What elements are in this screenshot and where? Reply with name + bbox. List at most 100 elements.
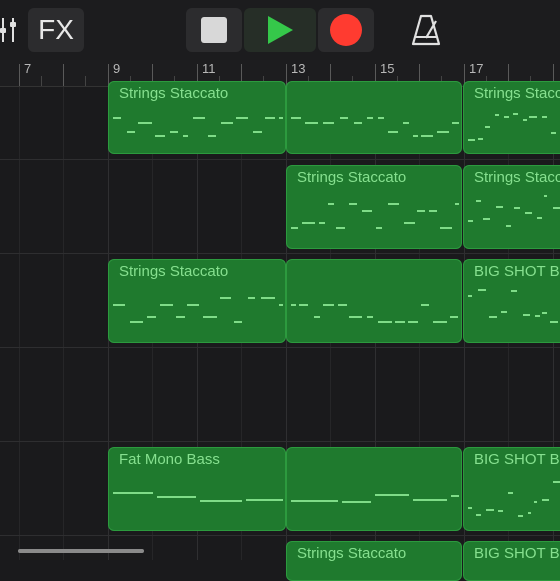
region-title: Strings Staccato [297, 545, 407, 562]
region-title: BIG SHOT B [474, 545, 560, 562]
midi-region[interactable]: BIG SHOT B [463, 259, 560, 343]
region-title: Strings Staccato [119, 85, 229, 102]
midi-region[interactable] [286, 81, 462, 154]
midi-note [513, 113, 518, 116]
midi-region[interactable]: BIG SHOT B [463, 447, 560, 531]
midi-region[interactable]: Strings Staccato [286, 541, 462, 581]
play-button[interactable] [244, 8, 316, 52]
midi-note [305, 122, 319, 125]
midi-note [278, 304, 283, 307]
region-title: BIG SHOT B [474, 451, 560, 468]
stop-icon [201, 17, 227, 43]
midi-notes [466, 288, 560, 334]
midi-note [146, 315, 157, 318]
midi-region[interactable]: Strings Staccato [108, 259, 286, 343]
midi-note [387, 203, 400, 206]
metronome-button[interactable] [408, 12, 444, 48]
midi-note [247, 297, 256, 300]
midi-region[interactable]: Strings Staccato [463, 81, 560, 154]
midi-notes [289, 288, 459, 334]
midi-region[interactable]: Strings Staccato [463, 165, 560, 249]
record-button[interactable] [318, 8, 374, 52]
midi-note [377, 117, 384, 119]
horizontal-scrollbar[interactable] [18, 549, 144, 553]
midi-note [203, 315, 218, 318]
midi-note [542, 115, 548, 118]
midi-note [454, 203, 459, 206]
midi-region[interactable]: Strings Staccato [286, 165, 462, 249]
midi-notes [111, 288, 283, 334]
midi-note [452, 122, 459, 125]
midi-note [483, 217, 491, 220]
midi-note [550, 320, 558, 323]
midi-note [524, 212, 532, 215]
region-title: Strings Staccato [474, 169, 560, 186]
bar-label-15: 15 [380, 61, 395, 76]
midi-note [440, 227, 453, 230]
midi-note [348, 203, 358, 206]
midi-note [219, 297, 232, 300]
midi-note [485, 125, 491, 128]
midi-notes [289, 110, 459, 145]
region-title: Strings Staccato [474, 85, 560, 102]
bar-label-9: 9 [113, 61, 121, 76]
midi-note [476, 200, 482, 203]
midi-note [299, 304, 309, 307]
midi-note [477, 138, 483, 141]
midi-note [412, 499, 448, 502]
midi-region[interactable]: Fat Mono Bass [108, 447, 286, 531]
midi-note [374, 494, 409, 497]
fx-label: FX [38, 14, 74, 45]
midi-note [529, 115, 537, 118]
bar-label-7: 7 [24, 61, 32, 76]
midi-note [377, 321, 392, 324]
midi-note [553, 481, 560, 484]
midi-note [159, 304, 173, 307]
midi-note [126, 131, 136, 133]
grid-line [19, 87, 20, 560]
midi-note [138, 122, 152, 125]
record-icon [330, 14, 362, 46]
midi-note [468, 138, 476, 141]
region-title: Strings Staccato [119, 263, 229, 280]
midi-region[interactable]: BIG SHOT B [463, 541, 560, 581]
midi-note [433, 321, 448, 324]
midi-note [155, 135, 165, 138]
midi-notes [111, 476, 283, 522]
midi-note [506, 224, 512, 227]
midi-notes [289, 476, 459, 522]
midi-note [200, 499, 243, 502]
midi-note [413, 135, 419, 138]
midi-notes [466, 194, 560, 240]
midi-note [541, 498, 550, 501]
midi-region[interactable] [286, 259, 462, 343]
midi-note [113, 117, 121, 119]
midi-note [265, 117, 276, 119]
midi-note [157, 495, 197, 498]
midi-note [468, 506, 472, 509]
ruler-tick [63, 64, 64, 86]
midi-region[interactable]: Strings Staccato [108, 81, 286, 154]
midi-region[interactable] [286, 447, 462, 531]
midi-note [353, 122, 363, 125]
midi-note [291, 227, 298, 230]
midi-note [407, 321, 419, 324]
tracks-area[interactable]: Strings Staccato Strings Staccato String… [0, 81, 560, 581]
bar-label-13: 13 [291, 61, 306, 76]
region-title: Fat Mono Bass [119, 451, 220, 468]
midi-note [542, 311, 547, 314]
midi-note [252, 131, 263, 133]
midi-note [340, 117, 349, 119]
midi-note [113, 491, 154, 494]
mixer-sliders-icon[interactable] [0, 8, 24, 52]
midi-note [323, 122, 335, 125]
fx-button[interactable]: FX [28, 8, 84, 52]
midi-note [233, 321, 243, 324]
midi-note [494, 113, 499, 116]
midi-note [349, 315, 362, 318]
midi-note [236, 117, 248, 119]
stop-button[interactable] [186, 8, 242, 52]
midi-note [336, 227, 345, 230]
midi-note [478, 289, 486, 292]
midi-note [129, 321, 143, 324]
